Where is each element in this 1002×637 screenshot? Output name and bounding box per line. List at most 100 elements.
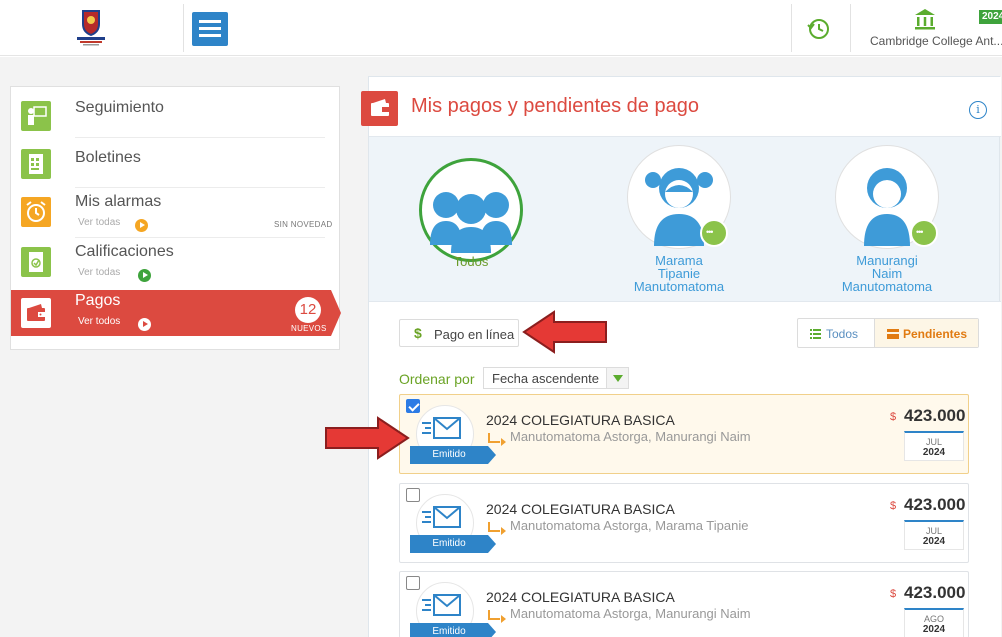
payment-title: 2024 COLEGIATURA BASICA	[486, 501, 675, 517]
info-icon[interactable]: i	[969, 101, 987, 119]
sort-select[interactable]: Fecha ascendente	[483, 367, 629, 389]
report-card-icon	[21, 149, 51, 179]
ver-todas-link[interactable]: Ver todas	[78, 267, 120, 278]
person-board-icon	[21, 101, 51, 131]
pagos-count-badge: 12	[295, 297, 321, 323]
status-badge: Emitido	[410, 446, 496, 464]
hamburger-menu-button[interactable]	[192, 12, 228, 46]
filter-label: Todos	[826, 327, 859, 341]
payment-row[interactable]: Emitido 2024 COLEGIATURA BASICA Manutoma…	[399, 483, 969, 563]
payment-row[interactable]: Emitido 2024 COLEGIATURA BASICA Manutoma…	[399, 394, 969, 474]
nuevos-label: NUEVOS	[291, 324, 327, 333]
sort-value: Fecha ascendente	[492, 371, 599, 386]
payment-students: Manutomatoma Astorga, Marama Tipanie	[510, 518, 749, 533]
currency-symbol: $	[890, 588, 897, 600]
school-building-icon[interactable]	[913, 8, 937, 30]
pago-en-linea-button[interactable]: $ Pago en línea	[399, 319, 519, 347]
sidebar-menu: Seguimiento Boletines Mis alarmas Ver to…	[10, 86, 341, 350]
divider	[75, 137, 325, 138]
payment-month: JUL	[925, 526, 942, 536]
payment-month: AGO	[923, 614, 944, 624]
wallet-icon	[21, 298, 51, 328]
divider	[75, 237, 325, 238]
filter-pendientes-button[interactable]: Pendientes	[874, 319, 978, 347]
payment-checkbox[interactable]	[406, 488, 420, 502]
payment-year: 2024	[922, 624, 946, 635]
avatar[interactable]	[419, 158, 523, 262]
sidebar-item-label: Boletines	[75, 149, 141, 166]
play-icon[interactable]	[135, 219, 148, 232]
chevron-down-icon[interactable]	[606, 368, 628, 388]
chat-icon[interactable]	[700, 219, 728, 247]
payment-year: 2024	[922, 447, 946, 458]
calendar-icon: AGO 2024	[904, 608, 964, 637]
sidebar-item-label: Seguimiento	[75, 99, 164, 116]
chat-icon[interactable]	[910, 219, 938, 247]
sidebar-item-calificaciones[interactable]: Calificaciones Ver todas	[11, 241, 341, 291]
filter-todos-button[interactable]: Todos	[798, 319, 874, 347]
reply-arrow-icon	[488, 610, 506, 623]
page-title: Mis pagos y pendientes de pago	[411, 95, 699, 117]
school-name[interactable]: Cambridge College Ant...	[870, 34, 1002, 48]
alarm-clock-icon	[21, 197, 51, 227]
payment-title: 2024 COLEGIATURA BASICA	[486, 589, 675, 605]
play-icon[interactable]	[138, 318, 151, 331]
wallet-icon	[361, 91, 398, 126]
sidebar-item-label: Mis alarmas	[75, 193, 162, 210]
card-icon	[887, 329, 899, 339]
list-icon	[810, 329, 821, 339]
payment-amount: 423.000	[904, 406, 966, 425]
divider	[791, 4, 792, 52]
payment-title: 2024 COLEGIATURA BASICA	[486, 412, 675, 428]
sidebar-item-boletines[interactable]: Boletines	[11, 141, 341, 191]
filter-label: Pendientes	[903, 327, 968, 341]
top-bar: Cambridge College Ant... 2024	[0, 0, 1002, 56]
calendar-icon: JUL 2024	[904, 431, 964, 461]
annotation-arrow-left-icon	[522, 310, 607, 354]
payment-students: Manutomatoma Astorga, Manurangi Naim	[510, 606, 751, 621]
payment-year: 2024	[922, 536, 946, 547]
payment-checkbox[interactable]	[406, 399, 420, 413]
payment-students: Manutomatoma Astorga, Manurangi Naim	[510, 429, 751, 444]
envelope-icon	[422, 417, 461, 439]
payment-amount: 423.000	[904, 495, 966, 514]
sidebar-item-label: Calificaciones	[75, 243, 174, 260]
payment-row[interactable]: Emitido 2024 COLEGIATURA BASICA Manutoma…	[399, 571, 969, 637]
student-name: Manurangi Naim Manutomatoma	[841, 253, 933, 294]
status-text: SIN NOVEDAD	[274, 220, 333, 229]
button-label: Pago en línea	[434, 327, 515, 342]
payment-amount: 423.000	[904, 583, 966, 602]
filter-toggle: Todos Pendientes	[797, 318, 979, 348]
grades-icon	[21, 247, 51, 277]
status-badge: Emitido	[410, 623, 496, 637]
payment-month: JUL	[925, 437, 942, 447]
envelope-icon	[422, 506, 461, 528]
reply-arrow-icon	[488, 433, 506, 446]
history-icon[interactable]	[806, 16, 832, 42]
ver-todos-link[interactable]: Ver todos	[78, 316, 120, 327]
sidebar-item-seguimiento[interactable]: Seguimiento	[11, 91, 341, 141]
sidebar-item-pagos[interactable]: Pagos Ver todos 12 NUEVOS	[11, 290, 341, 336]
panel-header: Mis pagos y pendientes de pago i	[361, 77, 1001, 137]
student-name: Todos	[453, 254, 489, 269]
dollar-icon: $	[414, 325, 422, 341]
calendar-icon: JUL 2024	[904, 520, 964, 550]
sidebar-item-mis-alarmas[interactable]: Mis alarmas Ver todas	[11, 191, 341, 241]
sidebar-item-label: Pagos	[75, 292, 121, 309]
student-name: Marama Tipanie Manutomatoma	[633, 253, 725, 294]
annotation-arrow-right-icon	[325, 416, 410, 460]
currency-symbol: $	[890, 411, 897, 423]
sort-label: Ordenar por	[399, 371, 475, 387]
ver-todas-link[interactable]: Ver todas	[78, 217, 120, 228]
school-logo[interactable]	[74, 8, 108, 48]
reply-arrow-icon	[488, 522, 506, 535]
envelope-icon	[422, 594, 461, 616]
payments-panel: Mis pagos y pendientes de pago i Todos •…	[361, 76, 1001, 637]
play-icon[interactable]	[138, 269, 151, 282]
status-badge: Emitido	[410, 535, 496, 553]
year-badge: 2024	[979, 10, 1002, 24]
payment-checkbox[interactable]	[406, 576, 420, 590]
divider	[850, 4, 851, 52]
divider	[75, 187, 325, 188]
currency-symbol: $	[890, 500, 897, 512]
